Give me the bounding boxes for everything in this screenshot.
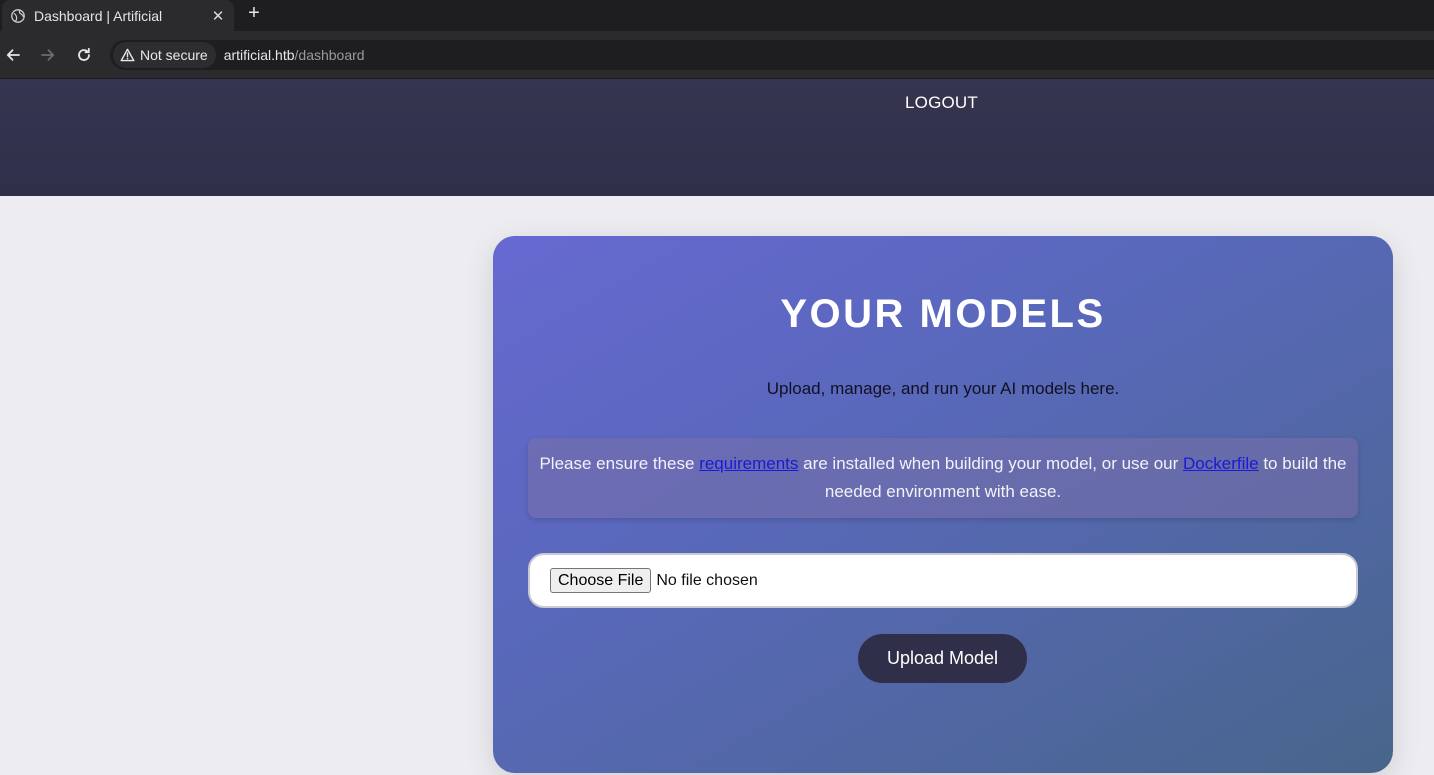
address-bar[interactable]: Not secure artificial.htb/dashboard [110,40,1434,70]
browser-tab[interactable]: Dashboard | Artificial ✕ [2,0,234,31]
models-card: YOUR MODELS Upload, manage, and run your… [493,236,1393,773]
requirements-notice: Please ensure these requirements are ins… [528,438,1358,518]
new-tab-icon[interactable]: + [243,2,265,24]
choose-file-button[interactable]: Choose File [550,568,652,593]
warning-triangle-icon [120,48,135,62]
url-text[interactable]: artificial.htb/dashboard [224,47,365,63]
security-label: Not secure [140,47,208,63]
site-header: LOGOUT [0,79,1434,196]
requirements-link[interactable]: requirements [699,454,798,473]
page-title: YOUR MODELS [780,292,1106,336]
page-subtitle: Upload, manage, and run your AI models h… [766,379,1120,398]
model-file-input[interactable]: Choose File No file chosen [528,553,1358,608]
file-status-text: No file chosen [656,571,758,589]
browser-tab-strip: Dashboard | Artificial ✕ + [0,0,1434,31]
logout-link[interactable]: LOGOUT [905,93,978,113]
url-host: artificial.htb [223,47,295,63]
reload-icon[interactable] [72,43,96,67]
close-tab-icon[interactable]: ✕ [208,6,228,26]
arrow-right-icon[interactable] [36,43,60,67]
url-path: /dashboard [294,47,365,63]
upload-model-button[interactable]: Upload Model [858,634,1027,683]
notice-text-middle: are installed when building your model, … [798,454,1184,473]
security-indicator[interactable]: Not secure [113,42,216,68]
tab-title: Dashboard | Artificial [34,7,163,24]
page-viewport: LOGOUT YOUR MODELS Upload, manage, and r… [0,79,1434,775]
globe-icon [11,8,25,23]
browser-toolbar: Not secure artificial.htb/dashboard [0,31,1434,79]
dockerfile-link[interactable]: Dockerfile [1183,454,1259,473]
arrow-left-icon[interactable] [1,43,25,67]
notice-text-before: Please ensure these [539,454,700,473]
